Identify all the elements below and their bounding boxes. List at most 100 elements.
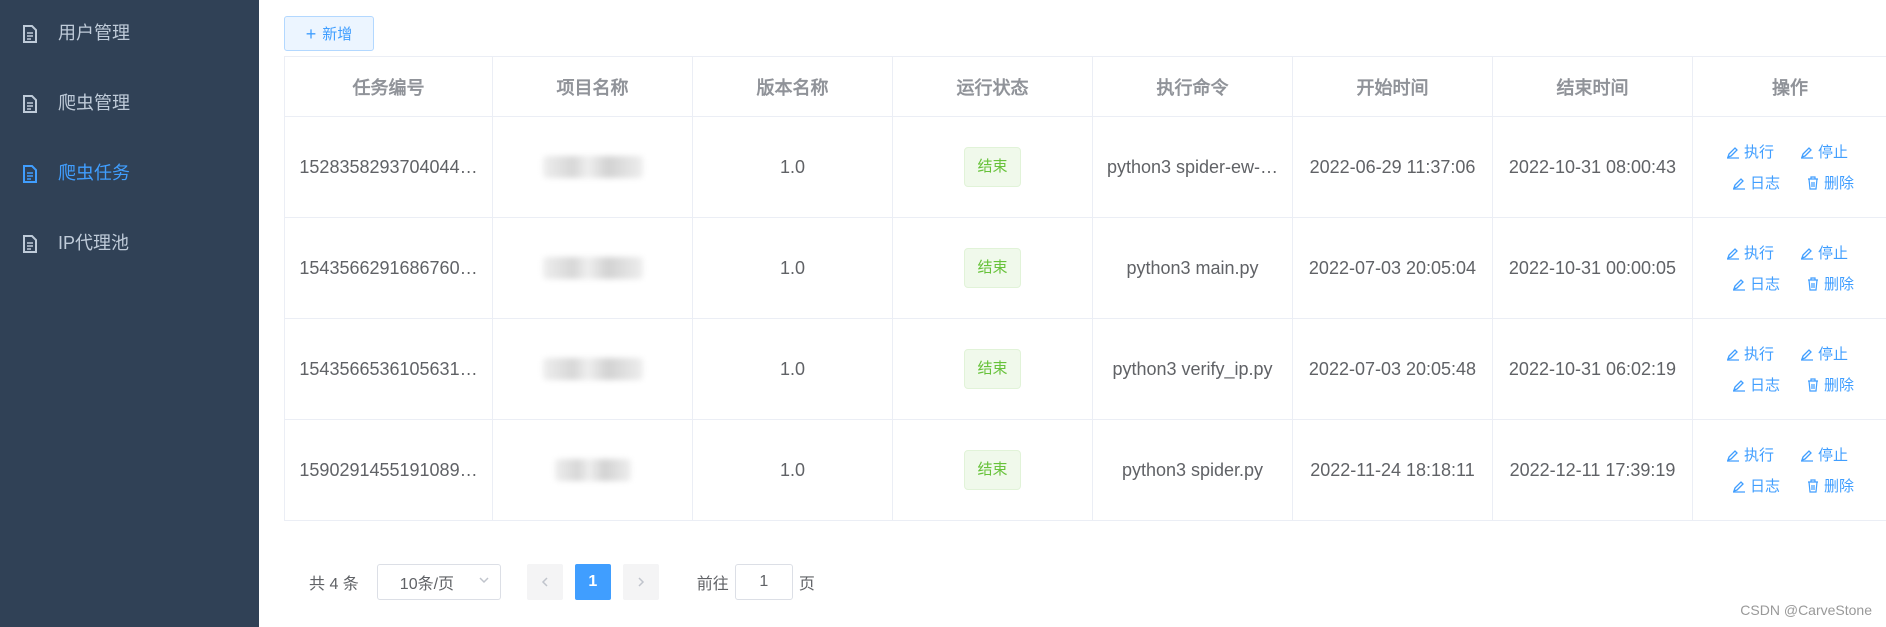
chevron-right-icon (638, 577, 644, 587)
log-button[interactable]: 日志 (1732, 475, 1780, 496)
end-time: 2022-12-11 17:39:19 (1509, 459, 1676, 480)
log-label: 日志 (1749, 276, 1780, 293)
actions-cell: 执行 停止 日志 删除 (1693, 117, 1886, 218)
column-header: 运行状态 (893, 57, 1093, 117)
sidebar-item-label: 爬虫管理 (58, 93, 130, 113)
command-cell: python3 main.py (1093, 218, 1293, 319)
task-id-cell: 1543566536105631… (285, 319, 493, 420)
add-button-label: 新增 (322, 26, 353, 43)
run-label: 执行 (1743, 346, 1774, 363)
project-name-cell (493, 420, 693, 521)
document-icon (22, 95, 38, 113)
stop-label: 停止 (1818, 447, 1849, 464)
task-id-cell: 1528358293704044… (285, 117, 493, 218)
stop-label: 停止 (1818, 144, 1849, 161)
column-header: 操作 (1693, 57, 1886, 117)
command-text: python3 spider-ew-… (1106, 156, 1279, 177)
add-button[interactable]: + 新增 (284, 16, 374, 51)
sidebar-item-label: IP代理池 (58, 233, 130, 253)
run-button[interactable]: 执行 (1726, 444, 1774, 465)
stop-button[interactable]: 停止 (1800, 141, 1848, 162)
version-cell: 1.0 (693, 420, 893, 521)
task-id-cell: 1590291455191089… (285, 420, 493, 521)
sidebar-item-ip-proxy-pool[interactable]: IP代理池 (0, 215, 259, 271)
goto-prefix: 前往 (696, 576, 729, 593)
prev-page-button[interactable] (526, 564, 563, 600)
version-name: 1.0 (779, 156, 806, 177)
stop-button[interactable]: 停止 (1800, 242, 1848, 263)
status-cell: 结束 (893, 319, 1093, 420)
task-table: 任务编号 项目名称 版本名称 运行状态 执行命令 开始时间 结束时间 操作 15… (284, 56, 1886, 521)
start-time: 2022-07-03 20:05:04 (1308, 257, 1477, 278)
edit-icon (1732, 278, 1745, 291)
status-cell: 结束 (893, 218, 1093, 319)
log-button[interactable]: 日志 (1732, 374, 1780, 395)
table-row: 1590291455191089… 1.0 结束 python3 spider.… (285, 420, 1886, 521)
command-text: python3 verify_ip.py (1112, 358, 1273, 379)
stop-label: 停止 (1818, 346, 1849, 363)
goto-suffix: 页 (798, 576, 815, 593)
version-cell: 1.0 (693, 117, 893, 218)
start-time-cell: 2022-07-03 20:05:04 (1293, 218, 1493, 319)
column-header: 执行命令 (1093, 57, 1293, 117)
status-badge: 结束 (964, 147, 1021, 187)
goto-page-input[interactable] (734, 564, 793, 600)
edit-icon (1726, 449, 1739, 462)
chevron-down-icon (478, 573, 490, 591)
sidebar-item-user-management[interactable]: 用户管理 (0, 5, 259, 61)
page-number-current[interactable]: 1 (574, 564, 611, 600)
pagination: 共 4 条 10条/页 1 前往 页 (309, 564, 815, 600)
stop-button[interactable]: 停止 (1800, 444, 1848, 465)
edit-icon (1800, 247, 1813, 260)
status-badge: 结束 (964, 450, 1021, 490)
project-name-cell (493, 117, 693, 218)
delete-button[interactable]: 删除 (1806, 273, 1854, 294)
run-button[interactable]: 执行 (1726, 343, 1774, 364)
sidebar: 用户管理 爬虫管理 爬虫任务 IP代理池 (0, 0, 259, 627)
stop-button[interactable]: 停止 (1800, 343, 1848, 364)
page-size-value: 10条/页 (399, 576, 455, 593)
task-id: 1543566536105631… (299, 358, 478, 379)
trash-icon (1808, 478, 1818, 493)
sidebar-item-label: 用户管理 (58, 23, 130, 43)
run-button[interactable]: 执行 (1726, 242, 1774, 263)
redacted-project-name (554, 459, 631, 481)
actions-cell: 执行 停止 日志 删除 (1693, 420, 1886, 521)
next-page-button[interactable] (622, 564, 659, 600)
delete-button[interactable]: 删除 (1806, 172, 1854, 193)
command-cell: python3 spider.py (1093, 420, 1293, 521)
run-label: 执行 (1743, 144, 1774, 161)
actions-cell: 执行 停止 日志 删除 (1693, 218, 1886, 319)
task-id: 1528358293704044… (299, 156, 478, 177)
delete-button[interactable]: 删除 (1806, 475, 1854, 496)
delete-button[interactable]: 删除 (1806, 374, 1854, 395)
stop-label: 停止 (1818, 245, 1849, 262)
edit-icon (1800, 146, 1813, 159)
document-icon (22, 235, 38, 253)
command-cell: python3 spider-ew-… (1093, 117, 1293, 218)
sidebar-item-spider-tasks[interactable]: 爬虫任务 (0, 145, 259, 201)
edit-icon (1726, 146, 1739, 159)
table-row: 1543566291686760… 1.0 结束 python3 main.py… (285, 218, 1886, 319)
log-button[interactable]: 日志 (1732, 273, 1780, 294)
version-cell: 1.0 (693, 218, 893, 319)
log-label: 日志 (1749, 478, 1780, 495)
sidebar-item-spider-management[interactable]: 爬虫管理 (0, 75, 259, 131)
log-label: 日志 (1749, 175, 1780, 192)
start-time-cell: 2022-07-03 20:05:48 (1293, 319, 1493, 420)
end-time: 2022-10-31 08:00:43 (1508, 156, 1677, 177)
project-name-cell (493, 218, 693, 319)
actions-cell: 执行 停止 日志 删除 (1693, 319, 1886, 420)
page-size-select[interactable]: 10条/页 (376, 564, 501, 600)
start-time: 2022-07-03 20:05:48 (1308, 358, 1477, 379)
version-name: 1.0 (779, 257, 806, 278)
chevron-left-icon (541, 577, 548, 587)
document-icon (22, 165, 38, 183)
table-header: 任务编号 项目名称 版本名称 运行状态 执行命令 开始时间 结束时间 操作 (285, 57, 1886, 117)
edit-icon (1732, 480, 1745, 493)
edit-icon (1726, 348, 1739, 361)
run-button[interactable]: 执行 (1726, 141, 1774, 162)
end-time: 2022-10-31 06:02:19 (1508, 358, 1677, 379)
log-button[interactable]: 日志 (1732, 172, 1780, 193)
redacted-project-name (542, 358, 643, 380)
